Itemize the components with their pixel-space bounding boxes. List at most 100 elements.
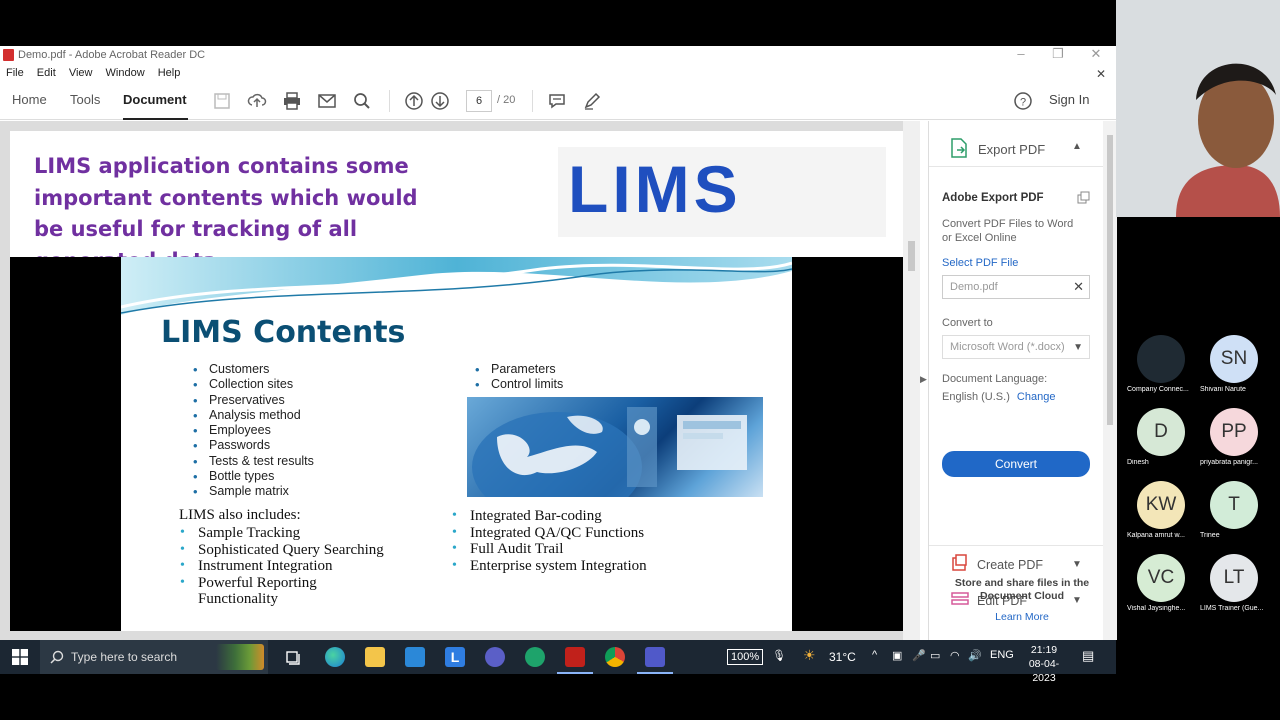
print-icon[interactable] [282, 91, 302, 111]
restore-icon[interactable]: ❐ [1043, 46, 1073, 62]
comment-icon[interactable] [547, 91, 567, 111]
chevron-down-icon: ▼ [1073, 342, 1083, 353]
convert-button[interactable]: Convert [942, 451, 1090, 477]
participant-tile[interactable]: Company Connec... [1127, 335, 1191, 399]
list-item: Control limits [473, 377, 563, 393]
export-pdf-row[interactable]: Export PDF ▲ [929, 121, 1103, 167]
panel-scrollbar-thumb[interactable] [1107, 135, 1113, 425]
zoom-level-badge[interactable]: 100% [727, 649, 764, 665]
email-icon[interactable] [317, 91, 337, 111]
globe-illustration [472, 407, 747, 497]
learn-more-link[interactable]: Learn More [928, 611, 1116, 623]
export-pdf-label: Export PDF [978, 142, 1046, 157]
windows-start-icon[interactable] [12, 649, 28, 665]
chevron-up-icon[interactable]: ▲ [1072, 141, 1082, 152]
pen-icon[interactable] [582, 91, 602, 111]
participant-avatar: D [1137, 408, 1185, 456]
taskbar-search[interactable]: Type here to search [40, 640, 268, 674]
participant-name: Vishal Jaysinghe... [1127, 605, 1186, 612]
panel-scrollbar[interactable] [1103, 121, 1117, 640]
search-placeholder: Type here to search [71, 650, 178, 664]
clear-file-icon[interactable]: ✕ [1073, 279, 1084, 295]
participant-tile[interactable]: SN Shivani Narute [1200, 335, 1264, 399]
wifi-icon[interactable]: ◠ [950, 649, 960, 662]
file-explorer-icon[interactable] [365, 647, 385, 667]
copy-icon[interactable] [1077, 191, 1090, 204]
close-icon[interactable]: ✕ [1081, 46, 1111, 62]
next-page-icon[interactable] [430, 91, 450, 111]
menu-window[interactable]: Window [106, 67, 145, 79]
document-scrollbar[interactable] [903, 121, 920, 640]
selected-file-field[interactable]: Demo.pdf ✕ [942, 275, 1090, 299]
participant-tile[interactable]: KW Kalpana amrut w... [1127, 481, 1191, 545]
mail-icon[interactable] [405, 647, 425, 667]
battery-icon[interactable]: ▭ [930, 649, 940, 662]
select-pdf-file-link[interactable]: Select PDF File [942, 257, 1018, 269]
previous-page-icon[interactable] [404, 91, 424, 111]
participant-avatar: T [1210, 481, 1258, 529]
tab-document[interactable]: Document [123, 92, 187, 107]
convert-to-select[interactable]: Microsoft Word (*.docx) ▼ [942, 335, 1090, 359]
tray-app-icon[interactable]: ▣ [892, 649, 902, 662]
menu-view[interactable]: View [69, 67, 93, 79]
chevron-down-icon[interactable]: ▼ [1072, 559, 1082, 570]
search-highlight-icon [216, 644, 264, 670]
temperature[interactable]: 31°C [829, 650, 856, 664]
right-tools-panel: Export PDF ▲ Adobe Export PDF Convert PD… [928, 121, 1117, 640]
microphone-icon[interactable]: 🎙 [772, 649, 786, 662]
teams-icon[interactable] [645, 647, 665, 667]
chrome-icon[interactable] [605, 647, 625, 667]
list-item: Employees [191, 423, 314, 439]
list-item: Integrated QA/QC Functions [450, 525, 647, 542]
clock[interactable]: 21:19 08-04-2023 [1018, 643, 1070, 685]
save-icon[interactable] [212, 91, 232, 111]
window-title: Demo.pdf - Adobe Acrobat Reader DC [18, 49, 206, 61]
file-name: Demo.pdf [950, 281, 998, 293]
participant-tile[interactable]: D Dinesh [1127, 408, 1191, 472]
menu-file[interactable]: File [6, 67, 24, 79]
task-view-icon[interactable] [284, 647, 304, 667]
clock-time: 21:19 [1030, 644, 1058, 656]
volume-icon[interactable]: 🔊 [968, 649, 982, 662]
presenter-video-tile[interactable] [1116, 0, 1280, 217]
notifications-icon[interactable]: ▤ [1082, 648, 1094, 664]
participant-tile[interactable]: VC Vishal Jaysinghe... [1127, 554, 1191, 618]
active-tab-indicator [123, 118, 188, 120]
sign-in-link[interactable]: Sign In [1049, 92, 1089, 107]
participant-tile[interactable]: PP priyabrata panigr... [1200, 408, 1264, 472]
expand-panel-icon[interactable]: ▶ [920, 374, 927, 385]
tab-tools[interactable]: Tools [70, 92, 100, 107]
participant-tile[interactable]: LT LIMS Trainer (Gue... [1200, 554, 1264, 618]
menu-help[interactable]: Help [158, 67, 181, 79]
input-language[interactable]: ENG [990, 649, 1014, 661]
l-app-icon[interactable]: L [445, 647, 465, 667]
tools-pane: Export PDF ▲ Adobe Export PDF Convert PD… [929, 121, 1103, 640]
minimize-icon[interactable]: – [1006, 46, 1036, 61]
teams-chat-icon[interactable] [485, 647, 505, 667]
app-icon[interactable] [525, 647, 545, 667]
menu-edit[interactable]: Edit [37, 67, 56, 79]
tray-mic-icon[interactable]: 🎤 [912, 649, 926, 662]
close-document-icon[interactable]: ✕ [1096, 67, 1106, 81]
list-item: Powerful Reporting Functionality [178, 575, 358, 608]
search-icon[interactable] [352, 91, 372, 111]
participant-tile[interactable]: T Trinee [1200, 481, 1264, 545]
show-hidden-icons-chevron-icon[interactable]: ^ [872, 649, 877, 661]
menu-bar: File Edit View Window Help ✕ [0, 65, 1116, 81]
edge-browser-icon[interactable] [325, 647, 345, 667]
help-icon[interactable]: ? [1013, 91, 1033, 111]
upload-cloud-icon[interactable] [247, 91, 267, 111]
tab-home[interactable]: Home [12, 92, 47, 107]
page-number-input[interactable]: 6 [466, 90, 492, 112]
create-pdf-row[interactable]: Create PDF ▼ [929, 545, 1103, 581]
clock-date: 08-04-2023 [1028, 658, 1060, 684]
acrobat-reader-icon[interactable] [565, 647, 585, 667]
participant-name: Trinee [1200, 532, 1220, 539]
weather-icon[interactable]: ☀ [803, 647, 816, 664]
change-language-link[interactable]: Change [1017, 391, 1056, 403]
list-item: Preservatives [191, 393, 314, 409]
scrollbar-thumb[interactable] [908, 241, 915, 271]
participant-avatar: VC [1137, 554, 1185, 602]
globe-lab-image [467, 397, 763, 497]
active-app-indicator [557, 672, 593, 674]
